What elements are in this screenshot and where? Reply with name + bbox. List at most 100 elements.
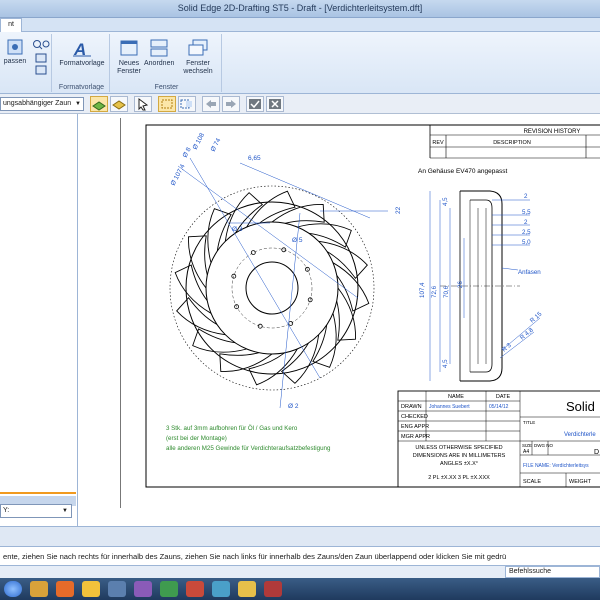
dim-phi3: Ø 3 bbox=[232, 226, 243, 233]
pick-button[interactable] bbox=[134, 96, 152, 112]
back-button[interactable] bbox=[202, 96, 220, 112]
drawn-name: Johannes Suebert bbox=[429, 404, 470, 410]
dim-26: 26 bbox=[457, 281, 464, 288]
blade bbox=[224, 192, 264, 242]
formatvorlage-label: Formatvorlage bbox=[59, 60, 105, 67]
start-button-icon[interactable] bbox=[4, 581, 22, 597]
ribbon: passen A Formatvorlage Formatvorlage Neu… bbox=[0, 32, 600, 94]
folder-icon[interactable] bbox=[82, 581, 100, 597]
blade bbox=[192, 328, 247, 353]
technical-drawing[interactable]: REVISION HISTORY REV DESCRIPTION Ø 8 Ø 1… bbox=[120, 118, 600, 508]
note-line-3: alle anderen M25 Gewinde für Verdichtera… bbox=[166, 445, 331, 452]
title-bar: Solid Edge 2D-Drafting ST5 - Draft - [Ve… bbox=[0, 0, 600, 18]
panel-accent-bar bbox=[0, 492, 76, 494]
group-formatvorlage: A Formatvorlage Formatvorlage bbox=[54, 34, 110, 92]
anordnen-button[interactable]: Anordnen bbox=[144, 38, 174, 68]
accept-button[interactable] bbox=[246, 96, 264, 112]
dim-2b: 2 bbox=[524, 219, 528, 226]
fence-inside-button[interactable] bbox=[158, 96, 176, 112]
note-line-1: 3 Stk. auf 3mm aufbohren für Öl / Gas un… bbox=[166, 425, 298, 432]
media-icon[interactable] bbox=[134, 581, 152, 597]
sheet-border bbox=[145, 124, 600, 488]
layers-icon bbox=[92, 101, 106, 111]
firefox-icon[interactable] bbox=[56, 581, 74, 597]
revision-block: REVISION HISTORY REV DESCRIPTION bbox=[429, 125, 600, 159]
dwg-no-value: D bbox=[594, 449, 599, 456]
compressor-wheel-view bbox=[169, 157, 388, 409]
command-search[interactable]: Befehlssuche bbox=[505, 566, 600, 578]
fenster-wechseln-button[interactable]: Fenster wechseln bbox=[178, 38, 218, 76]
date-header: DATE bbox=[496, 394, 511, 400]
name-header: NAME bbox=[448, 394, 464, 400]
fence-icon bbox=[161, 99, 173, 109]
app-icon-3[interactable] bbox=[186, 581, 204, 597]
taskbar bbox=[0, 578, 600, 600]
y-dropdown-value: Y: bbox=[3, 507, 10, 514]
dim-1074: 107,4 bbox=[419, 282, 426, 298]
unless-line-1: UNLESS OTHERWISE SPECIFIED bbox=[415, 445, 502, 451]
blade bbox=[280, 334, 320, 384]
formatvorlage-group-label: Formatvorlage bbox=[58, 84, 105, 91]
fence-overlap-icon bbox=[180, 99, 192, 109]
neues-fenster-label: Neues Fenster bbox=[117, 60, 141, 75]
dim-706: 70,6 bbox=[443, 285, 450, 298]
neues-fenster-button[interactable]: Neues Fenster bbox=[114, 38, 144, 76]
formatvorlage-button[interactable]: A Formatvorlage bbox=[56, 38, 108, 68]
blade bbox=[297, 223, 352, 248]
fence-overlap-button[interactable] bbox=[178, 96, 196, 112]
svg-text:A: A bbox=[73, 40, 86, 58]
y-dropdown[interactable]: Y: ▼ bbox=[0, 504, 72, 518]
unless-line-2: DIMENSIONS ARE IN MILLIMETERS bbox=[413, 453, 506, 459]
checked-label: CHECKED bbox=[401, 414, 428, 420]
note-line-2: (erst bei der Montage) bbox=[166, 435, 227, 442]
dim-45b: 4,5 bbox=[442, 359, 449, 368]
zone-select-value: ungsabhängiger Zaun bbox=[3, 100, 72, 107]
layer-filter-button[interactable] bbox=[110, 96, 128, 112]
dim-50: 5,0 bbox=[522, 239, 531, 246]
blade bbox=[318, 240, 368, 280]
close-icon bbox=[269, 99, 281, 109]
size-label: SIZE bbox=[522, 443, 532, 448]
app-icon-2[interactable] bbox=[160, 581, 178, 597]
prompt-bar: ente, ziehen Sie nach rechts für innerha… bbox=[0, 546, 600, 566]
checkmark-icon bbox=[249, 99, 261, 109]
revision-history-header: REVISION HISTORY bbox=[524, 129, 581, 135]
solid-edge-icon[interactable] bbox=[238, 581, 256, 597]
dim-55: 5,5 bbox=[522, 209, 531, 216]
blade bbox=[207, 208, 232, 263]
zone-select[interactable]: ungsabhängiger Zaun ▼ bbox=[0, 97, 84, 111]
fenster-group-label: Fenster bbox=[154, 84, 179, 91]
forward-button[interactable] bbox=[222, 96, 240, 112]
dim-phi108: Ø 108 bbox=[192, 132, 207, 151]
dim-r48: R 4,8 bbox=[519, 326, 535, 341]
explorer-icon[interactable] bbox=[30, 581, 48, 597]
dim-phi74: Ø 74 bbox=[210, 137, 223, 153]
description-column-header: DESCRIPTION bbox=[493, 140, 531, 146]
title-label: TITLE bbox=[523, 420, 535, 425]
app-icon[interactable] bbox=[108, 581, 126, 597]
title-block-text: NAME DATE DRAWN Johannes Suebert 05/14/1… bbox=[401, 394, 599, 485]
cancel-button[interactable] bbox=[266, 96, 284, 112]
notes-bottom: 3 Stk. auf 3mm aufbohren für Öl / Gas un… bbox=[166, 425, 331, 452]
chevron-down-icon: ▼ bbox=[62, 508, 68, 514]
anpassen-label: passen bbox=[3, 58, 27, 65]
dim-45a: 4,5 bbox=[442, 197, 449, 206]
anpassen-button[interactable]: passen bbox=[0, 38, 30, 66]
blade-group bbox=[174, 190, 370, 386]
mgr-appr-label: MGR APPR bbox=[401, 434, 430, 440]
new-window-icon bbox=[120, 40, 138, 56]
zoom-tools-icons[interactable] bbox=[32, 38, 50, 78]
dim-2a: 2 bbox=[524, 193, 528, 200]
left-panel bbox=[0, 114, 78, 526]
ribbon-tab-strip: nt bbox=[0, 18, 600, 32]
fenster-wechseln-label: Fenster wechseln bbox=[183, 60, 213, 75]
title-value: Verdichterle bbox=[564, 432, 596, 438]
app-icon-4[interactable] bbox=[212, 581, 230, 597]
app-icon-5[interactable] bbox=[264, 581, 282, 597]
ribbon-tab[interactable]: nt bbox=[0, 18, 22, 32]
eng-appr-label: ENG APPR bbox=[401, 424, 429, 430]
drawn-label: DRAWN bbox=[401, 404, 422, 410]
company-name: Solid bbox=[566, 399, 595, 414]
unless-line-4: 2 PL ±X.XX 3 PL ±X.XXX bbox=[428, 475, 490, 481]
select-all-button[interactable] bbox=[90, 96, 108, 112]
